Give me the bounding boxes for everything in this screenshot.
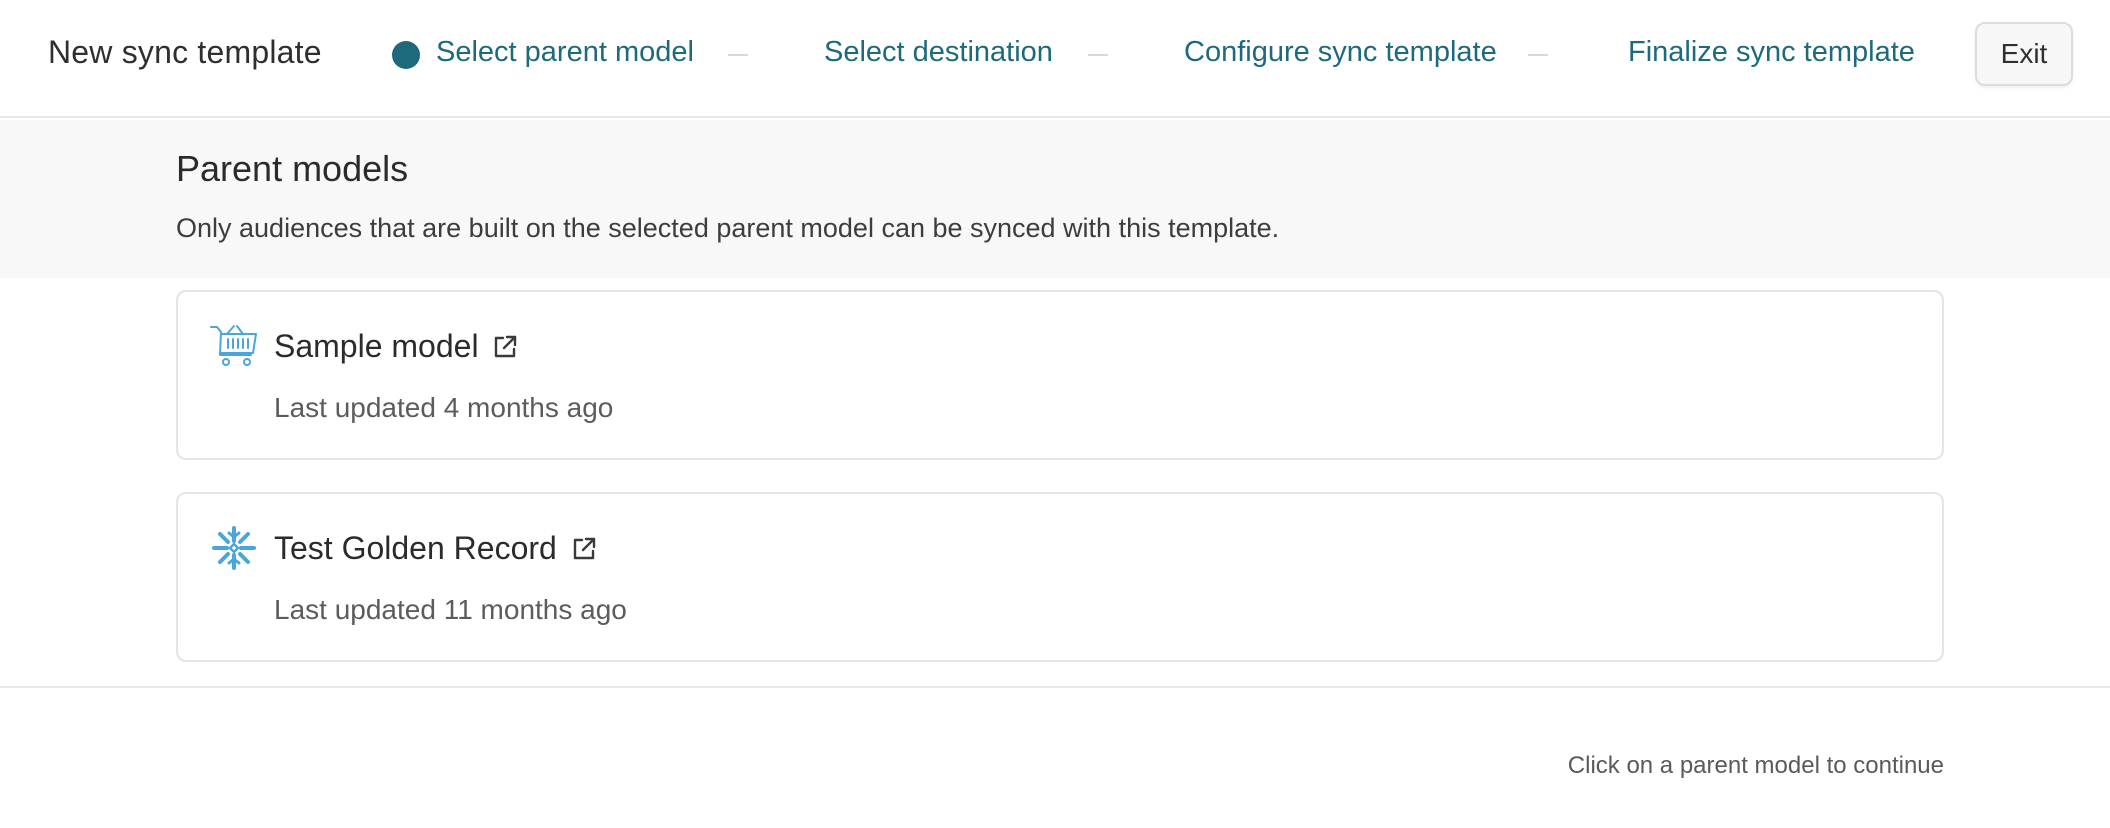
model-name: Sample model: [274, 328, 479, 364]
shopping-cart-icon: [210, 322, 258, 370]
model-last-updated: Last updated 4 months ago: [274, 392, 614, 423]
step-separator: [728, 54, 748, 56]
intro-panel: Parent models Only audiences that are bu…: [0, 120, 2110, 278]
parent-model-card[interactable]: Test Golden Record Last updated 11 month…: [176, 492, 1944, 662]
external-link-icon[interactable]: [492, 334, 518, 360]
active-step-indicator: [392, 41, 420, 69]
step-finalize-sync-template[interactable]: Finalize sync template: [1628, 36, 1915, 69]
external-link-icon[interactable]: [571, 536, 597, 562]
step-separator: [1088, 54, 1108, 56]
step-configure-sync-template[interactable]: Configure sync template: [1184, 36, 1497, 69]
snowflake-icon: [210, 524, 258, 572]
section-title: Parent models: [176, 148, 409, 189]
model-last-updated: Last updated 11 months ago: [274, 594, 627, 625]
page-title: New sync template: [48, 34, 322, 70]
footer-divider: [0, 686, 2110, 688]
step-separator: [1528, 54, 1548, 56]
parent-model-card[interactable]: Sample model Last updated 4 months ago: [176, 290, 1944, 460]
exit-button[interactable]: Exit: [1975, 22, 2073, 86]
model-name: Test Golden Record: [274, 530, 557, 566]
section-description: Only audiences that are built on the sel…: [176, 213, 1280, 243]
top-bar: New sync template Select parent model Se…: [0, 0, 2110, 118]
footer-hint: Click on a parent model to continue: [1567, 752, 1944, 779]
step-select-parent-model[interactable]: Select parent model: [436, 36, 694, 69]
step-select-destination[interactable]: Select destination: [824, 36, 1053, 69]
